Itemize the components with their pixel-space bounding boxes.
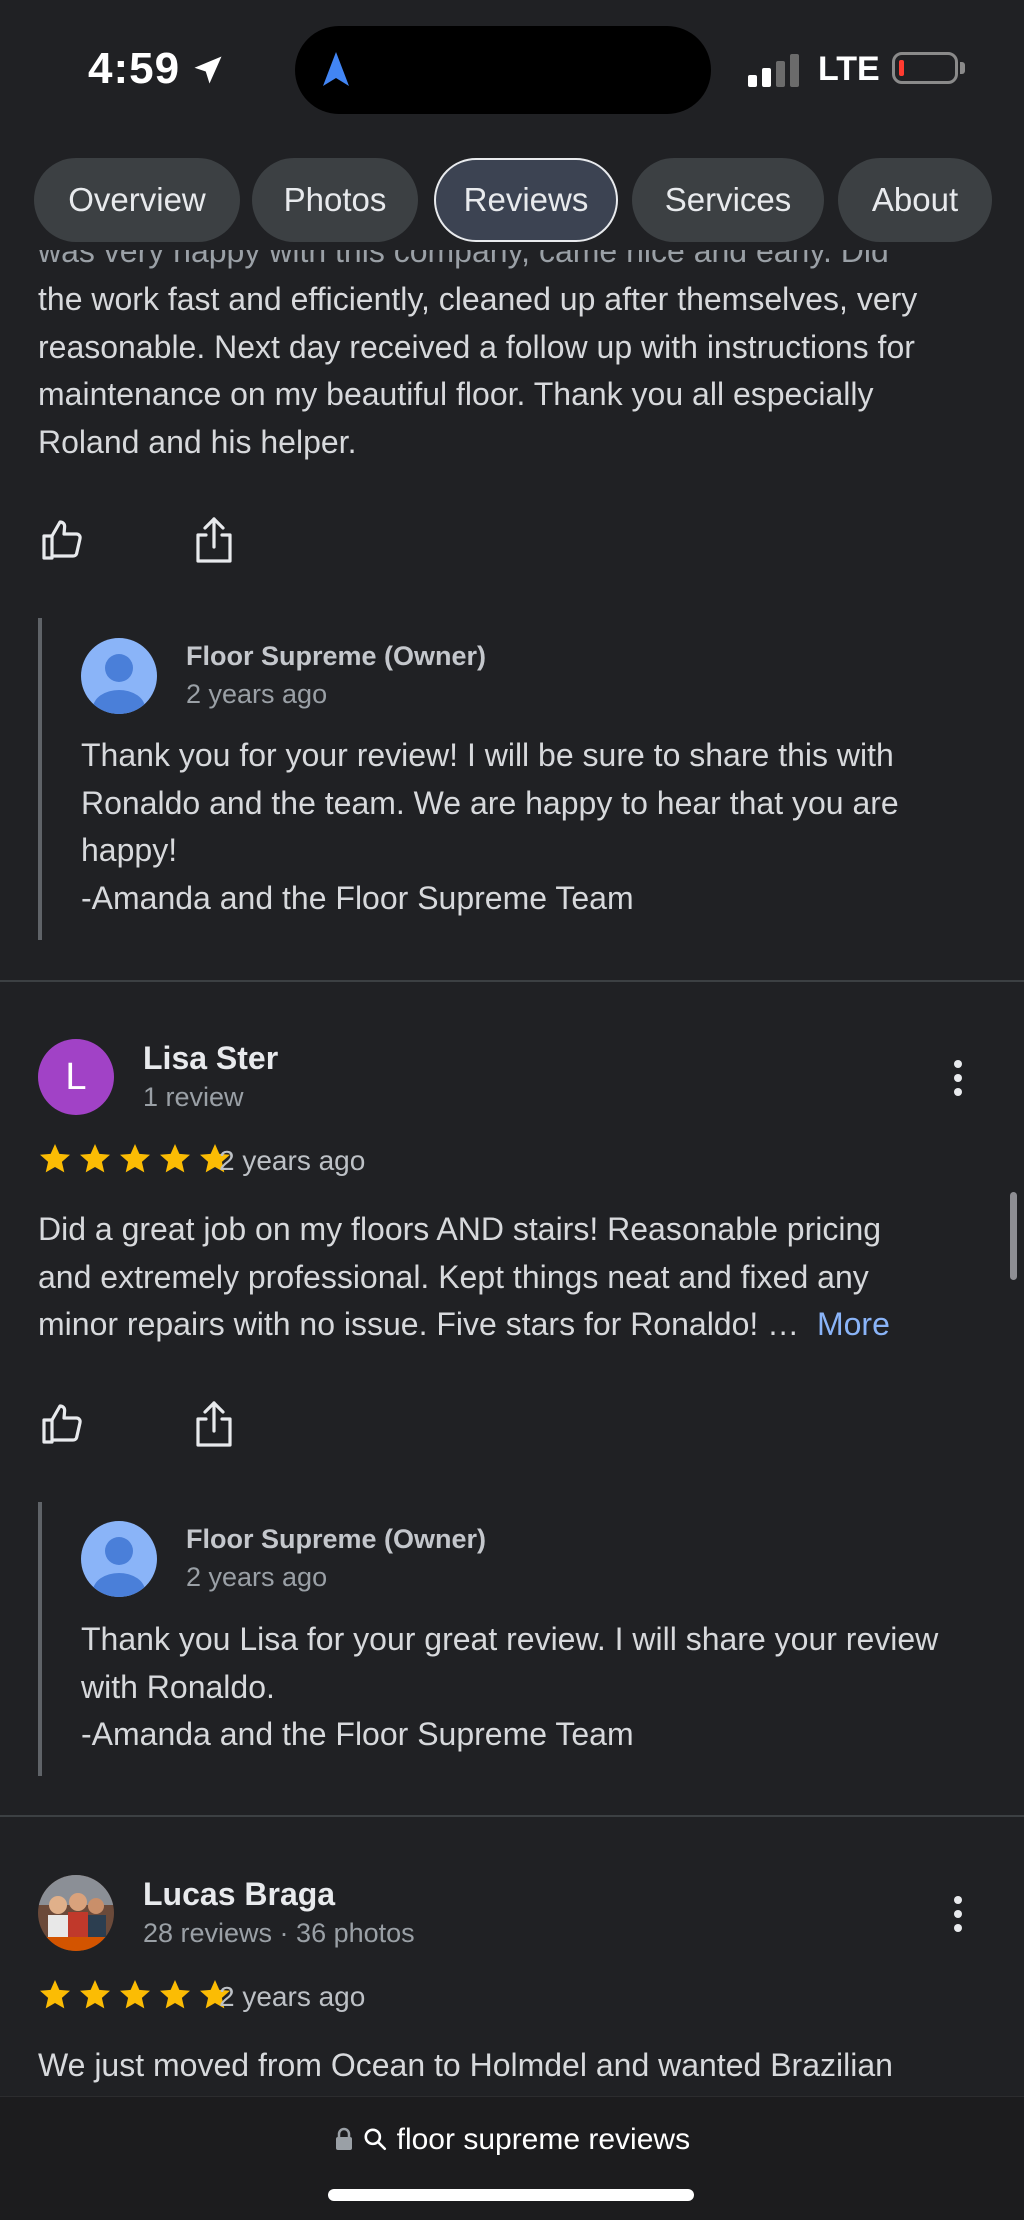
review-text-line: minor repairs with no issue. Five stars … [38, 1306, 890, 1342]
thumbs-up-icon [42, 1404, 82, 1444]
home-indicator[interactable] [328, 2189, 694, 2201]
owner-reply-bar [38, 618, 42, 940]
reviewer-review-count: 1 review [143, 1082, 244, 1112]
tab-about[interactable]: About [838, 158, 992, 242]
tab-overview[interactable]: Overview [34, 158, 240, 242]
profile-photo-icon [38, 1875, 114, 1951]
star-icon [80, 1144, 110, 1173]
reply-line: with Ronaldo. [81, 1668, 275, 1705]
lock-icon [335, 2127, 352, 2150]
star-icon [160, 1980, 190, 2009]
reply-line: happy! [81, 832, 178, 868]
more-vert-icon [954, 1896, 962, 1904]
review-text-line: Roland and his helper. [38, 423, 357, 460]
star-icon [160, 1144, 190, 1173]
reply-line: Thank you Lisa for your great review. I … [81, 1621, 939, 1657]
owner-reply-bar [38, 1502, 42, 1776]
reply-line: -Amanda and the Floor Supreme Team [81, 1716, 634, 1752]
star-rating [36, 1977, 234, 2013]
share-button[interactable] [184, 1394, 244, 1454]
location-arrow-icon [190, 52, 226, 93]
reviewer-avatar[interactable] [38, 1875, 114, 1951]
status-time: 4:59 [88, 44, 181, 93]
more-vert-icon [954, 1060, 962, 1068]
review-time: 2 years ago [219, 1145, 366, 1176]
star-icon [120, 1144, 150, 1173]
review-text-line: Did a great job on my floors AND stairs!… [38, 1211, 882, 1247]
place-tabs: Overview Photos Reviews Services About [0, 150, 1024, 250]
share-icon [196, 517, 232, 563]
battery-tip [960, 62, 965, 74]
reply-line: Ronaldo and the team. We are happy to he… [81, 784, 899, 821]
owner-avatar [81, 638, 157, 714]
owner-reply-text: Thank you Lisa for your great review. I … [81, 1616, 938, 1759]
url-text: floor supreme reviews [396, 2123, 691, 2156]
url-display[interactable]: floor supreme reviews [0, 2123, 1024, 2157]
reviewer-name[interactable]: Lucas Braga [143, 1876, 335, 1913]
scrollbar[interactable] [1010, 1192, 1017, 1280]
tab-photos[interactable]: Photos [252, 158, 418, 242]
reviewer-name[interactable]: Lisa Ster [143, 1040, 278, 1077]
person-icon [93, 654, 145, 714]
share-icon [196, 1401, 232, 1447]
tab-services[interactable]: Services [632, 158, 824, 242]
more-options-button[interactable] [938, 1884, 978, 1944]
review-time: 2 years ago [219, 1981, 366, 2012]
cellular-signal-icon [748, 54, 799, 87]
reply-line: Thank you for your review! I will be sur… [81, 737, 894, 773]
star-icon [120, 1980, 150, 2009]
star-rating [36, 1141, 234, 1177]
network-type: LTE [818, 50, 880, 88]
review-divider [0, 980, 1024, 982]
review-text-line: maintenance on my beautiful floor. Thank… [38, 376, 874, 412]
owner-reply-time: 2 years ago [186, 679, 328, 709]
maps-navigation-icon [321, 50, 351, 95]
reviewer-review-count: 28 reviews · 36 photos [143, 1918, 415, 1948]
share-button[interactable] [184, 510, 244, 570]
thumbs-up-icon [42, 520, 82, 560]
dynamic-island[interactable] [295, 26, 711, 114]
like-button[interactable] [32, 510, 92, 570]
review-divider [0, 1815, 1024, 1817]
battery-icon [892, 52, 958, 84]
like-button[interactable] [32, 1394, 92, 1454]
reply-line: -Amanda and the Floor Supreme Team [81, 879, 634, 916]
person-icon [93, 1537, 145, 1597]
more-link[interactable]: More [817, 1306, 890, 1342]
more-options-button[interactable] [938, 1048, 978, 1108]
star-icon [80, 1980, 110, 2009]
star-icon [40, 1144, 70, 1173]
owner-name: Floor Supreme (Owner) [186, 641, 487, 671]
tab-reviews[interactable]: Reviews [434, 158, 618, 242]
review-text-line: reasonable. Next day received a follow u… [38, 328, 915, 365]
owner-reply-text: Thank you for your review! I will be sur… [81, 732, 899, 922]
reviews-feed: was very happy with this company, came n… [0, 0, 1024, 2219]
owner-reply-time: 2 years ago [186, 1562, 328, 1592]
status-bar: 4:59 LTE [0, 0, 1024, 150]
reviewer-avatar[interactable]: L [38, 1039, 114, 1115]
owner-name: Floor Supreme (Owner) [186, 1524, 487, 1554]
search-icon [364, 2128, 387, 2151]
review-text-line: We just moved from Ocean to Holmdel and … [38, 2047, 893, 2083]
browser-url-bar[interactable]: floor supreme reviews [0, 2096, 1024, 2220]
owner-avatar [81, 1521, 157, 1597]
review-text: the work fast and efficiently, cleaned u… [38, 276, 917, 466]
review-text-line: and extremely professional. Kept things … [38, 1258, 869, 1295]
review-text: Did a great job on my floors AND stairs!… [38, 1206, 890, 1349]
star-icon [40, 1980, 70, 2009]
review-text-line: the work fast and efficiently, cleaned u… [38, 281, 918, 317]
